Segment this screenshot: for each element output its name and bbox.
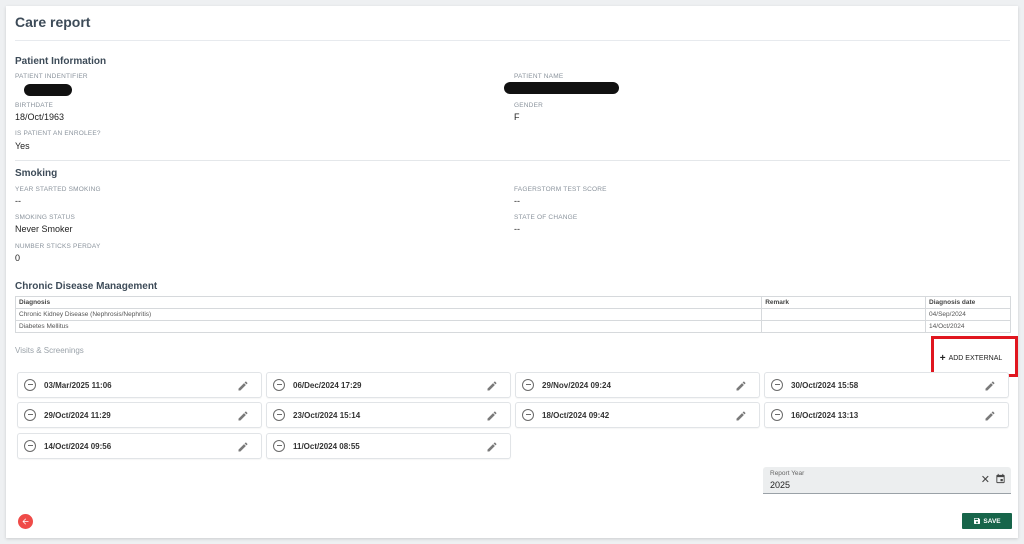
visit-card[interactable]: 23/Oct/2024 15:14	[266, 402, 511, 428]
save-label: SAVE	[983, 517, 1001, 525]
visit-date: 11/Oct/2024 08:55	[293, 441, 360, 451]
visit-date: 18/Oct/2024 09:42	[542, 410, 610, 420]
report-year-label: Report Year	[770, 470, 805, 477]
calendar-icon[interactable]	[995, 473, 1006, 484]
pencil-icon[interactable]	[486, 410, 498, 422]
pencil-icon[interactable]	[735, 410, 747, 422]
title-divider	[15, 40, 1010, 41]
smoking-status-label: SMOKING STATUS	[15, 214, 75, 221]
visit-date: 29/Nov/2024 09:24	[542, 380, 611, 390]
birthdate-label: BIRTHDATE	[15, 102, 54, 109]
section-divider	[15, 160, 1010, 161]
minus-circle-icon[interactable]	[522, 409, 534, 421]
diagnosis-cell: Diabetes Mellitus	[14, 320, 763, 333]
smoking-section-title: Smoking	[15, 168, 58, 179]
gender-label: GENDER	[514, 102, 544, 109]
arrow-left-icon	[22, 518, 29, 525]
diagnosis-cell: Chronic Kidney Disease (Nephrosis/Nephri…	[14, 308, 763, 321]
year-started-value: --	[15, 196, 21, 206]
care-report-card: Care report Patient Information PATIENT …	[6, 6, 1018, 538]
column-header-diagnosis-date: Diagnosis date	[925, 296, 1011, 309]
report-year-value[interactable]: 2025	[770, 480, 790, 490]
minus-circle-icon[interactable]	[273, 379, 285, 391]
fagerstorm-label: FAGERSTORM TEST SCORE	[514, 186, 607, 193]
visit-card[interactable]: 18/Oct/2024 09:42	[515, 402, 760, 428]
gender-value: F	[514, 112, 520, 122]
visit-card[interactable]: 11/Oct/2024 08:55	[266, 433, 511, 459]
visit-date: 14/Oct/2024 09:56	[44, 441, 112, 451]
column-header-diagnosis: Diagnosis	[14, 296, 763, 309]
visit-card[interactable]: 29/Nov/2024 09:24	[515, 372, 760, 398]
pencil-icon[interactable]	[237, 380, 249, 392]
visit-card[interactable]: 06/Dec/2024 17:29	[266, 372, 511, 398]
birthdate-value: 18/Oct/1963	[15, 112, 65, 122]
remark-cell	[761, 308, 927, 321]
pencil-icon[interactable]	[486, 441, 498, 453]
diagnosis-date-cell: 14/Oct/2024	[925, 320, 1011, 333]
pencil-icon[interactable]	[984, 410, 996, 422]
state-change-value: --	[514, 224, 520, 234]
back-button[interactable]	[18, 514, 33, 529]
state-change-label: STATE OF CHANGE	[514, 214, 578, 221]
visit-card[interactable]: 03/Mar/2025 11:06	[17, 372, 262, 398]
pencil-icon[interactable]	[735, 380, 747, 392]
visit-card[interactable]: 16/Oct/2024 13:13	[764, 402, 1009, 428]
minus-circle-icon[interactable]	[273, 440, 285, 452]
diagnosis-table: Diagnosis Remark Diagnosis date Chronic …	[14, 296, 1011, 333]
minus-circle-icon[interactable]	[771, 409, 783, 421]
column-header-remark: Remark	[761, 296, 927, 309]
table-row: Chronic Kidney Disease (Nephrosis/Nephri…	[14, 308, 1011, 321]
floppy-disk-icon	[974, 518, 981, 524]
minus-circle-icon[interactable]	[771, 379, 783, 391]
visit-date: 29/Oct/2024 11:29	[44, 410, 111, 420]
pencil-icon[interactable]	[486, 380, 498, 392]
pencil-icon[interactable]	[984, 380, 996, 392]
fagerstorm-value: --	[514, 196, 520, 206]
minus-circle-icon[interactable]	[24, 409, 36, 421]
add-external-label: ADD EXTERNAL	[948, 354, 1003, 362]
smoking-status-value: Never Smoker	[15, 224, 73, 234]
plus-icon: +	[939, 352, 946, 364]
sticks-label: NUMBER STICKS PERDAY	[15, 243, 101, 250]
save-button[interactable]: SAVE	[962, 513, 1012, 529]
visit-date: 03/Mar/2025 11:06	[44, 380, 112, 390]
patient-identifier-redacted	[24, 84, 72, 96]
chronic-section-title: Chronic Disease Management	[15, 281, 158, 292]
pencil-icon[interactable]	[237, 410, 249, 422]
visits-section-label: Visits & Screenings	[15, 346, 84, 355]
patient-name-label: PATIENT NAME	[514, 73, 564, 80]
report-year-field[interactable]: Report Year 2025 ✕	[763, 467, 1011, 494]
enrolee-value: Yes	[15, 141, 30, 151]
visit-card[interactable]: 14/Oct/2024 09:56	[17, 433, 262, 459]
remark-cell	[761, 320, 927, 333]
minus-circle-icon[interactable]	[273, 409, 285, 421]
table-header-row: Diagnosis Remark Diagnosis date	[14, 296, 1011, 309]
diagnosis-date-cell: 04/Sep/2024	[925, 308, 1011, 321]
minus-circle-icon[interactable]	[24, 379, 36, 391]
patient-identifier-label: PATIENT INDENTIFIER	[15, 73, 88, 80]
add-external-button[interactable]: + ADD EXTERNAL	[932, 348, 1010, 368]
patient-section-title: Patient Information	[15, 56, 107, 67]
minus-circle-icon[interactable]	[24, 440, 36, 452]
visit-date: 06/Dec/2024 17:29	[293, 380, 362, 390]
enrolee-label: IS PATIENT AN ENROLEE?	[15, 130, 101, 137]
visit-date: 30/Oct/2024 15:58	[791, 380, 859, 390]
close-icon[interactable]: ✕	[981, 473, 990, 486]
visit-date: 16/Oct/2024 13:13	[791, 410, 859, 420]
sticks-value: 0	[15, 253, 21, 263]
visit-card[interactable]: 29/Oct/2024 11:29	[17, 402, 262, 428]
patient-name-redacted	[504, 82, 619, 94]
visit-date: 23/Oct/2024 15:14	[293, 410, 361, 420]
pencil-icon[interactable]	[237, 441, 249, 453]
table-row: Diabetes Mellitus 14/Oct/2024	[14, 320, 1011, 333]
minus-circle-icon[interactable]	[522, 379, 534, 391]
visit-card[interactable]: 30/Oct/2024 15:58	[764, 372, 1009, 398]
year-started-label: YEAR STARTED SMOKING	[15, 186, 101, 193]
page-title: Care report	[15, 14, 91, 30]
